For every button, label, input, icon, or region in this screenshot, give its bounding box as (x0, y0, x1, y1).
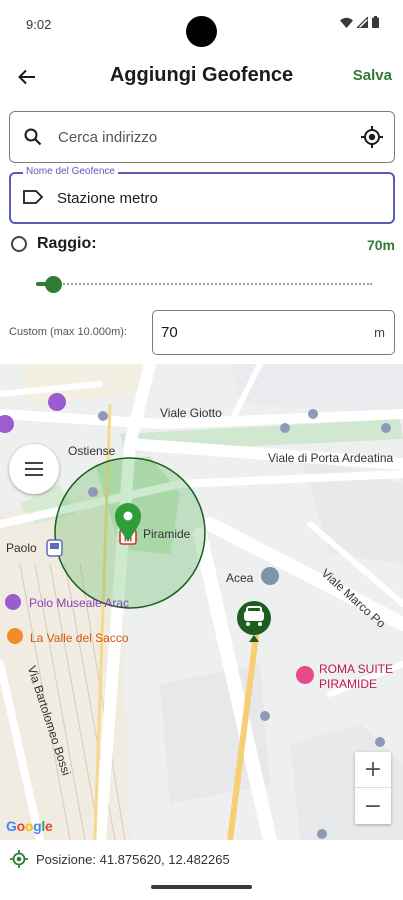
geofence-name-input[interactable] (57, 174, 377, 222)
label-icon (23, 190, 44, 204)
google-logo-letter: o (16, 818, 26, 834)
map-label-valle-sacco: La Valle del Sacco (30, 631, 129, 645)
address-search-input[interactable] (58, 112, 348, 162)
custom-radius-label: Custom (max 10.000m): (9, 326, 127, 338)
zoom-controls: + − (355, 752, 391, 824)
search-icon (24, 128, 42, 146)
address-search-box (9, 111, 395, 163)
radius-value: 70m (366, 237, 395, 253)
map-label-viale-giotto: Viale Giotto (160, 406, 222, 420)
status-bar: 9:02 (0, 0, 403, 48)
radius-row: Raggio: 70m (9, 232, 395, 256)
status-icons (340, 16, 379, 28)
position-bar: Posizione: 41.875620, 12.482265 (0, 840, 403, 878)
custom-radius-unit: m (374, 325, 385, 340)
map-label-roma-suite-piramide: PIRAMIDE (319, 677, 378, 691)
save-button[interactable]: Salva (353, 67, 392, 84)
slider-thumb[interactable] (45, 276, 62, 293)
radius-radio[interactable] (11, 236, 27, 252)
google-logo: Google (6, 818, 53, 834)
app-bar: Aggiungi Geofence Salva (0, 54, 403, 98)
map-label-paolo: Paolo (6, 541, 37, 555)
map-menu-button[interactable] (9, 444, 59, 494)
my-location-icon[interactable] (360, 125, 384, 149)
map-view[interactable]: M (0, 364, 403, 840)
map-label-roma-suite: ROMA SUITE (319, 662, 394, 676)
zoom-in-button[interactable]: + (355, 752, 391, 788)
slider-track (36, 283, 372, 285)
map-label-piramide: Piramide (143, 527, 191, 541)
position-text: Posizione: 41.875620, 12.482265 (36, 852, 230, 867)
camera-cutout (186, 16, 217, 47)
menu-icon (25, 462, 43, 476)
custom-radius-input[interactable] (161, 311, 361, 354)
gps-fixed-icon (10, 850, 28, 868)
google-logo-letter: G (6, 818, 17, 834)
map-label-porta-ardeatina: Viale di Porta Ardeatina (268, 451, 394, 465)
geofence-name-box: Nome del Geofence (9, 166, 395, 224)
map-label-acea: Acea (226, 571, 254, 585)
map-label-ostiense: Ostiense (68, 444, 116, 458)
google-logo-letter: e (44, 818, 53, 834)
museum-poi (48, 393, 66, 411)
radius-label: Raggio: (37, 235, 97, 252)
gesture-nav-handle[interactable] (151, 885, 252, 889)
map-label-polo-museale: Polo Museale Arac (29, 596, 130, 610)
train-station-icon (46, 539, 63, 557)
page-title: Aggiungi Geofence (109, 64, 294, 86)
google-logo-letter: o (24, 818, 34, 834)
signal-icon (357, 16, 368, 28)
wifi-icon (340, 17, 353, 28)
zoom-out-button[interactable]: − (355, 788, 391, 824)
custom-radius-box: m (152, 310, 395, 355)
battery-icon (372, 16, 379, 28)
status-time: 9:02 (26, 17, 52, 32)
radius-slider[interactable] (36, 276, 372, 293)
